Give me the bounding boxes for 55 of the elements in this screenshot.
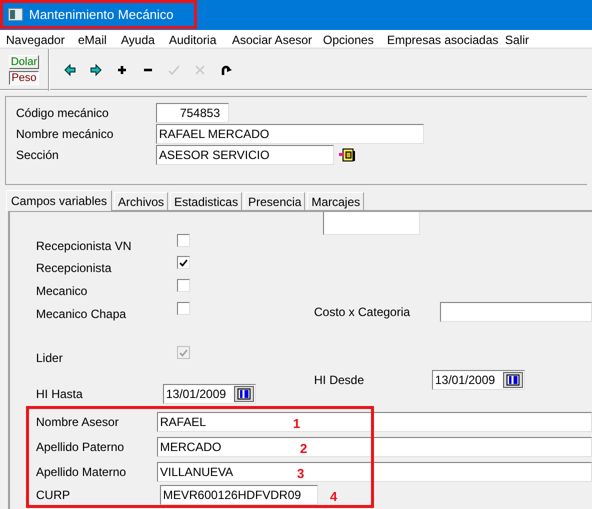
annotation-number: 1	[293, 415, 300, 433]
menu-item[interactable]: Auditoria	[169, 31, 216, 49]
tab[interactable]: Marcajes	[307, 192, 364, 210]
left-arrow-icon[interactable]	[63, 62, 77, 76]
currency-button[interactable]: Dolar	[9, 54, 39, 68]
field-label: Nombre Asesor	[36, 415, 119, 429]
field-label: CURP	[36, 488, 70, 502]
annotation-number: 4	[330, 488, 338, 506]
window-icon	[8, 8, 23, 21]
text-field[interactable]: 754853	[156, 103, 229, 123]
field-label: Sección	[16, 147, 60, 164]
text-field[interactable]	[440, 302, 592, 322]
date-value: 13/01/2009	[435, 372, 496, 389]
date-field[interactable]: 13/01/2009	[163, 384, 256, 404]
annotation-number: 2	[300, 440, 308, 458]
field-label: HI Hasta	[36, 387, 83, 401]
field-label: HI Desde	[314, 373, 364, 387]
field-label: Costo x Categoria	[314, 305, 410, 319]
field-label: Apellido Materno	[36, 465, 126, 479]
tab[interactable]: Campos variables	[6, 190, 112, 211]
checkbox[interactable]	[177, 256, 190, 269]
checkbox[interactable]	[177, 279, 190, 292]
right-arrow-icon[interactable]	[89, 62, 103, 76]
checkbox[interactable]	[177, 234, 190, 247]
tab[interactable]: Presencia	[244, 192, 306, 210]
date-value: 13/01/2009	[166, 386, 226, 403]
window-title: Mantenimiento Mecánico	[29, 6, 174, 24]
field-label: Nombre mecánico	[16, 126, 114, 143]
text-field[interactable]: RAFAEL MERCADO	[156, 124, 424, 144]
menu-item[interactable]: Asociar Asesor	[232, 31, 312, 49]
field-label: Código mecánico	[16, 105, 110, 122]
menu-item[interactable]: Opciones	[323, 31, 374, 49]
annotation-number: 3	[297, 465, 304, 483]
tab[interactable]: Archivos	[114, 192, 168, 210]
field-label: Lider	[36, 351, 63, 365]
field-label: Mecanico	[36, 284, 88, 298]
checkbox[interactable]	[177, 302, 190, 315]
field-label: Apellido Paterno	[36, 440, 124, 454]
text-field[interactable]: MEVR600126HDFVDR09	[160, 485, 318, 505]
field-label: Recepcionista	[36, 261, 112, 275]
menu-item[interactable]: eMail	[78, 31, 107, 49]
tab[interactable]: Estadisticas	[170, 192, 242, 210]
text-field[interactable]: ASESOR SERVICIO	[156, 145, 334, 165]
menu-item[interactable]: Ayuda	[121, 31, 155, 49]
text-field[interactable]	[323, 212, 420, 235]
calendar-icon[interactable]	[503, 372, 523, 388]
menu-item[interactable]: Navegador	[6, 31, 65, 49]
field-label: Recepcionista VN	[36, 239, 132, 253]
menu-item[interactable]: Empresas asociadas	[387, 31, 498, 49]
currency-button[interactable]: Peso	[9, 70, 39, 84]
field-label: Mecanico Chapa	[36, 307, 126, 321]
calendar-icon[interactable]	[234, 386, 254, 402]
lookup-icon[interactable]	[338, 147, 356, 163]
menu-item[interactable]: Salir	[505, 31, 530, 49]
date-field[interactable]: 13/01/2009	[432, 370, 525, 390]
